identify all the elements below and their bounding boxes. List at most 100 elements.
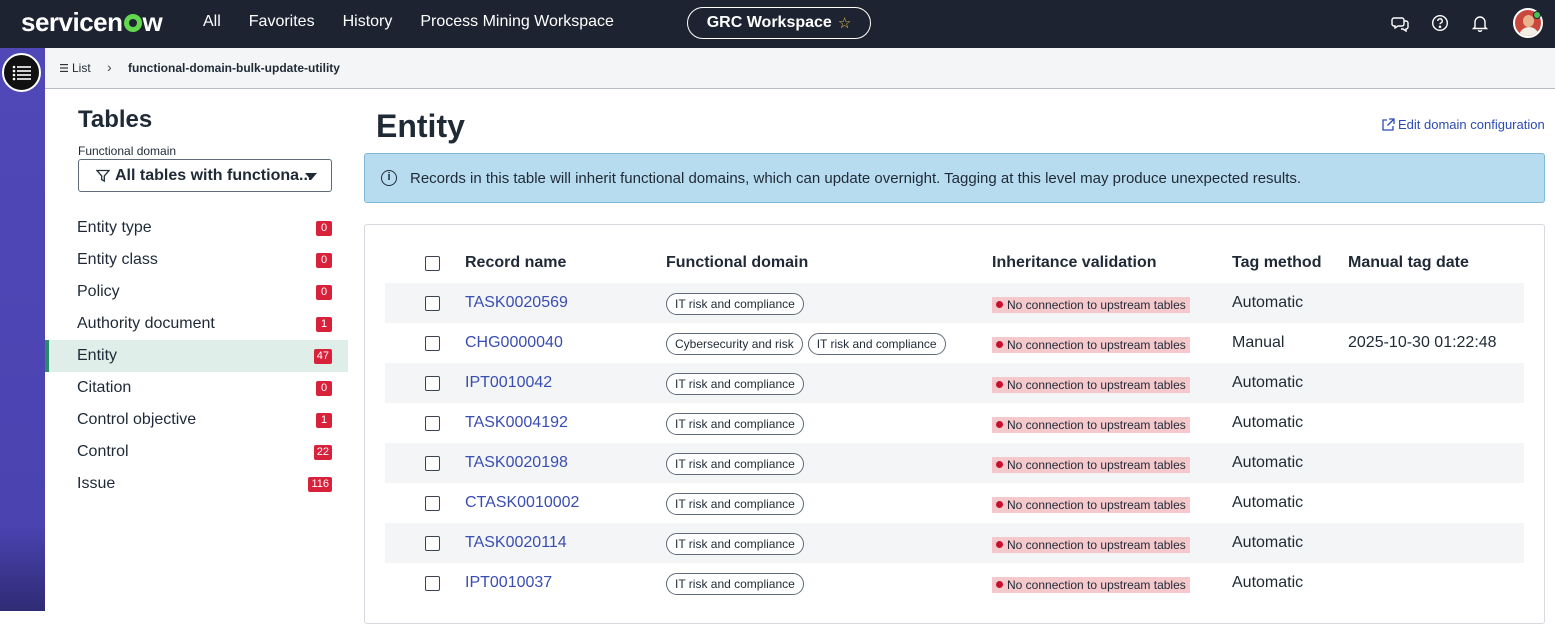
sidebar-item-control[interactable]: Control 22: [45, 436, 348, 468]
error-tag: No connection to upstream tables: [992, 536, 1190, 553]
record-name-link[interactable]: IPT0010037: [465, 574, 552, 592]
record-name-link[interactable]: CHG0000040: [465, 334, 563, 352]
sidebar-item-entity-class[interactable]: Entity class 0: [45, 244, 348, 276]
error-dot-icon: [996, 381, 1003, 388]
error-dot-icon: [996, 341, 1003, 348]
nav-links: All Favorites History Process Mining Wor…: [203, 13, 642, 31]
functional-domain-cell: IT risk and compliance: [666, 493, 804, 515]
sidebar-item-label: Control objective: [77, 411, 197, 428]
table-row[interactable]: CHG0000040 Cybersecurity and risk IT risk …: [385, 323, 1524, 363]
table-row[interactable]: CTASK0010002 IT risk and compliance No con…: [385, 483, 1524, 523]
edit-link-label: Edit domain configuration: [1398, 117, 1545, 132]
inheritance-validation-cell: No connection to upstream tables: [992, 335, 1190, 353]
domain-pill: IT risk and compliance: [666, 373, 804, 395]
table-row[interactable]: IPT0010037 IT risk and compliance No conne…: [385, 563, 1524, 603]
nav-history[interactable]: History: [343, 13, 393, 31]
row-checkbox[interactable]: [425, 456, 440, 471]
star-icon[interactable]: ☆: [838, 14, 851, 32]
workspace-pill[interactable]: GRC Workspace ☆: [687, 7, 871, 39]
error-dot-icon: [996, 541, 1003, 548]
functional-domain-cell: Cybersecurity and risk IT risk and compli…: [666, 333, 946, 355]
menu-button[interactable]: [2, 53, 41, 92]
column-manual-tag-date[interactable]: Manual tag date: [1348, 254, 1469, 272]
sidebar-item-label: Issue: [77, 475, 116, 492]
table-row[interactable]: TASK0020569 IT risk and compliance No conn…: [385, 283, 1524, 323]
nav-all[interactable]: All: [203, 13, 221, 31]
edit-domain-configuration-link[interactable]: Edit domain configuration: [1381, 117, 1545, 132]
column-functional-domain[interactable]: Functional domain: [666, 254, 808, 272]
table-row[interactable]: TASK0020114 IT risk and compliance No conn…: [385, 523, 1524, 563]
info-icon: i: [381, 170, 397, 186]
count-badge: 0: [316, 253, 332, 268]
tag-method-cell: Manual: [1232, 334, 1285, 351]
inheritance-text: No connection to upstream tables: [1007, 297, 1186, 312]
external-link-icon: [1382, 117, 1395, 131]
tag-method-cell: Automatic: [1232, 294, 1304, 311]
functional-domain-cell: IT risk and compliance: [666, 293, 804, 315]
record-name-link[interactable]: CTASK0010002: [465, 494, 579, 512]
sidebar-item-label: Entity: [77, 347, 118, 364]
count-badge: 47: [313, 349, 332, 364]
status-dot-icon: [1533, 11, 1541, 19]
row-checkbox[interactable]: [425, 376, 440, 391]
table-row[interactable]: TASK0020198 IT risk and compliance No conn…: [385, 443, 1524, 483]
functional-domain-cell: IT risk and compliance: [666, 453, 804, 475]
servicenow-logo[interactable]: servicen w: [21, 7, 163, 38]
sidebar-item-control-objective[interactable]: Control objective 1: [45, 404, 348, 436]
domain-pill: Cybersecurity and risk: [666, 333, 803, 355]
bell-icon[interactable]: [1471, 14, 1489, 32]
domain-pill: IT risk and compliance: [666, 413, 804, 435]
row-checkbox[interactable]: [425, 576, 440, 591]
row-checkbox[interactable]: [425, 336, 440, 351]
row-checkbox[interactable]: [425, 296, 440, 311]
error-tag: No connection to upstream tables: [992, 496, 1190, 513]
chat-icon[interactable]: [1391, 14, 1409, 32]
functional-domain-cell: IT risk and compliance: [666, 533, 804, 555]
sidebar-item-entity[interactable]: Entity 47: [45, 340, 348, 372]
inheritance-text: No connection to upstream tables: [1007, 377, 1186, 392]
row-checkbox[interactable]: [425, 416, 440, 431]
sidebar-item-authority-document[interactable]: Authority document 1: [45, 308, 348, 340]
record-name-link[interactable]: TASK0004192: [465, 414, 568, 432]
table-row[interactable]: IPT0010042 IT risk and compliance No conne…: [385, 363, 1524, 403]
tag-method-cell: Automatic: [1232, 414, 1304, 431]
sidebar-item-issue[interactable]: Issue 116: [45, 468, 348, 500]
row-checkbox[interactable]: [425, 536, 440, 551]
functional-domain-value: All tables with functiona...: [115, 166, 313, 184]
count-badge: 0: [316, 285, 332, 300]
column-tag-method[interactable]: Tag method: [1232, 254, 1321, 272]
tables-title: Tables: [78, 106, 153, 133]
inheritance-validation-cell: No connection to upstream tables: [992, 375, 1190, 393]
sidebar-item-entity-type[interactable]: Entity type 0: [45, 212, 348, 244]
sidebar-item-label: Authority document: [77, 315, 215, 332]
sidebar-item-label: Control: [77, 443, 129, 460]
sidebar-item-label: Entity type: [77, 219, 152, 236]
row-checkbox[interactable]: [425, 496, 440, 511]
nav-process-mining-workspace[interactable]: Process Mining Workspace: [420, 13, 614, 31]
record-name-link[interactable]: TASK0020569: [465, 294, 568, 312]
record-name-link[interactable]: TASK0020198: [465, 454, 568, 472]
column-inheritance-validation[interactable]: Inheritance validation: [992, 254, 1156, 272]
functional-domain-label: Functional domain: [78, 144, 177, 158]
table-row[interactable]: TASK0004192 IT risk and compliance No conn…: [385, 403, 1524, 443]
nav-favorites[interactable]: Favorites: [249, 13, 315, 31]
error-tag: No connection to upstream tables: [992, 416, 1190, 433]
breadcrumb-list-link[interactable]: List: [60, 61, 91, 75]
functional-domain-select[interactable]: All tables with functiona...: [78, 159, 332, 192]
inheritance-validation-cell: No connection to upstream tables: [992, 535, 1190, 553]
tag-method-cell: Automatic: [1232, 494, 1304, 511]
select-all-checkbox[interactable]: [425, 256, 440, 271]
error-dot-icon: [996, 301, 1003, 308]
help-icon[interactable]: [1431, 14, 1449, 32]
column-record-name[interactable]: Record name: [465, 254, 566, 272]
record-name-link[interactable]: IPT0010042: [465, 374, 552, 392]
functional-domain-cell: IT risk and compliance: [666, 373, 804, 395]
error-tag: No connection to upstream tables: [992, 576, 1190, 593]
inheritance-text: No connection to upstream tables: [1007, 497, 1186, 512]
tag-method-cell: Automatic: [1232, 374, 1304, 391]
tag-method-cell: Automatic: [1232, 534, 1304, 551]
sidebar-item-citation[interactable]: Citation 0: [45, 372, 348, 404]
sidebar-item-policy[interactable]: Policy 0: [45, 276, 348, 308]
record-name-link[interactable]: TASK0020114: [465, 534, 567, 552]
sidebar-item-label: Policy: [77, 283, 120, 300]
